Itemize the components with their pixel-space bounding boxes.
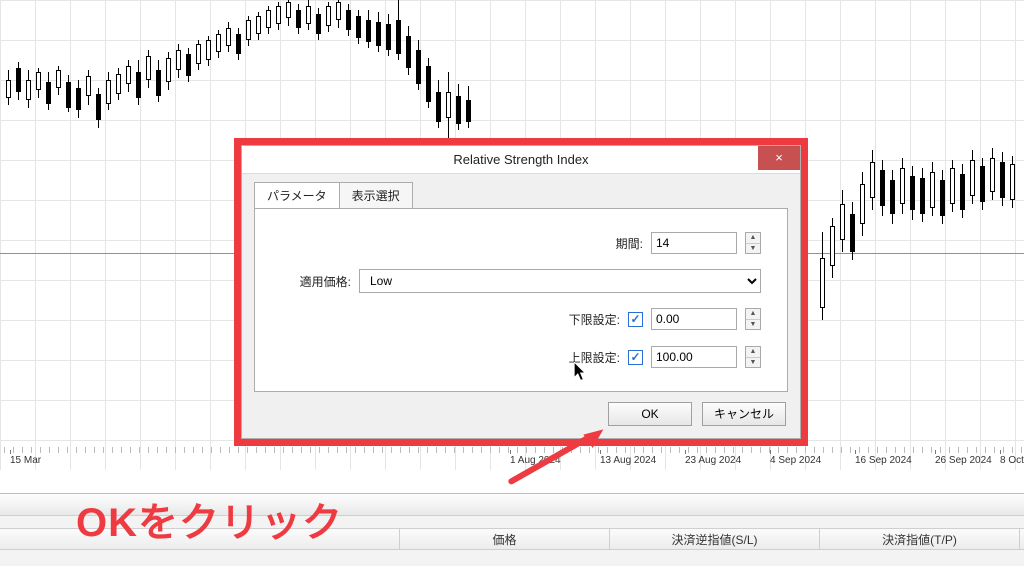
x-tick-label: 13 Aug 2024: [600, 455, 656, 466]
tab-panel-parameters: 期間: ▲ ▼ 適用価格: Low 下限設定: ✓: [254, 208, 788, 392]
period-input[interactable]: [651, 232, 737, 254]
x-tick-label: 1 Aug 2024: [510, 455, 561, 466]
tab-parameters[interactable]: パラメータ: [254, 182, 340, 208]
row-upper-limit: 上限設定: ✓ ▲ ▼: [281, 345, 761, 369]
x-tick-label: 16 Sep 2024: [855, 455, 912, 466]
lower-spinner[interactable]: ▲ ▼: [745, 308, 761, 330]
ok-button[interactable]: OK: [608, 402, 692, 426]
dialog-title: Relative Strength Index: [453, 152, 588, 167]
tab-display-label: 表示選択: [352, 189, 400, 203]
column-header[interactable]: 決済逆指値(S/L): [610, 529, 820, 549]
label-upper-limit: 上限設定:: [569, 349, 620, 366]
lower-limit-checkbox[interactable]: ✓: [628, 312, 643, 327]
x-tick-label: 23 Aug 2024: [685, 455, 741, 466]
row-apply-price: 適用価格: Low: [281, 269, 761, 293]
x-tick-label: 8 Oct 2024: [1000, 455, 1024, 466]
dialog-highlight-frame: Relative Strength Index × パラメータ 表示選択 期間:: [234, 138, 808, 446]
upper-limit-input[interactable]: [651, 346, 737, 368]
close-icon: ×: [775, 150, 783, 165]
close-button[interactable]: ×: [758, 146, 800, 170]
tab-strip: パラメータ 表示選択: [254, 184, 788, 208]
label-period: 期間:: [616, 235, 643, 252]
tab-display[interactable]: 表示選択: [339, 182, 413, 208]
label-apply-price: 適用価格:: [281, 273, 351, 290]
spin-down-icon[interactable]: ▼: [746, 358, 760, 368]
spin-down-icon[interactable]: ▼: [746, 244, 760, 254]
column-header[interactable]: 決済指値(T/P): [820, 529, 1020, 549]
dialog-footer: OK キャンセル: [242, 392, 800, 438]
cancel-button-label: キャンセル: [714, 407, 774, 421]
rsi-dialog: Relative Strength Index × パラメータ 表示選択 期間:: [241, 145, 801, 439]
terminal-columns: 価格決済逆指値(S/L)決済指値(T/P): [0, 528, 1024, 550]
upper-spinner[interactable]: ▲ ▼: [745, 346, 761, 368]
row-lower-limit: 下限設定: ✓ ▲ ▼: [281, 307, 761, 331]
x-tick-label: 15 Mar: [10, 455, 41, 466]
x-tick-label: 4 Sep 2024: [770, 455, 821, 466]
spin-down-icon[interactable]: ▼: [746, 320, 760, 330]
column-header[interactable]: 価格: [400, 529, 610, 549]
minor-ticks: [0, 447, 1024, 455]
spin-up-icon[interactable]: ▲: [746, 233, 760, 244]
terminal-header: [0, 494, 1024, 516]
cancel-button[interactable]: キャンセル: [702, 402, 786, 426]
spin-up-icon[interactable]: ▲: [746, 347, 760, 358]
dialog-titlebar[interactable]: Relative Strength Index ×: [242, 146, 800, 174]
row-period: 期間: ▲ ▼: [281, 231, 761, 255]
tab-parameters-label: パラメータ: [267, 189, 327, 203]
lower-limit-input[interactable]: [651, 308, 737, 330]
x-axis: 15 Mar 1 Aug 2024 13 Aug 2024 23 Aug 2024 4 …: [0, 455, 1024, 485]
upper-limit-checkbox[interactable]: ✓: [628, 350, 643, 365]
apply-price-select[interactable]: Low: [359, 269, 761, 293]
spin-up-icon[interactable]: ▲: [746, 309, 760, 320]
ok-button-label: OK: [641, 407, 658, 421]
label-lower-limit: 下限設定:: [569, 311, 620, 328]
x-tick-label: 26 Sep 2024: [935, 455, 992, 466]
terminal-panel: 価格決済逆指値(S/L)決済指値(T/P): [0, 493, 1024, 566]
period-spinner[interactable]: ▲ ▼: [745, 232, 761, 254]
